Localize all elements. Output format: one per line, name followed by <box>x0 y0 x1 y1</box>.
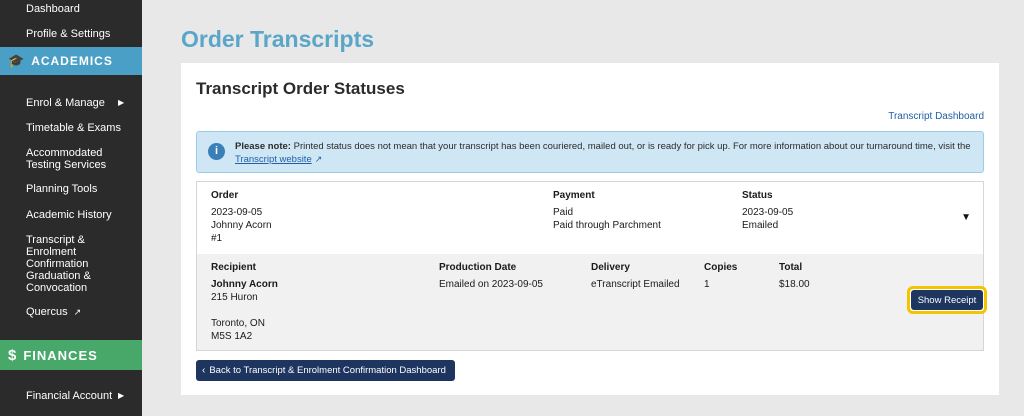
sidebar-item-dashboard[interactable]: Dashboard <box>26 3 80 15</box>
order-status-row: Order 2023-09-05 Johnny Acorn #1 Payment… <box>196 181 987 351</box>
show-receipt-label: Show Receipt <box>911 290 983 310</box>
status-value: Emailed <box>742 220 779 231</box>
order-name: Johnny Acorn <box>211 220 272 231</box>
note-body: Printed status does not mean that your t… <box>293 141 971 152</box>
payment-method: Paid through Parchment <box>553 220 661 231</box>
sidebar-item-accommodated-testing[interactable]: Accommodated Testing Services <box>26 147 138 171</box>
recipient-label: Recipient <box>211 262 257 273</box>
card-title: Transcript Order Statuses <box>196 79 405 98</box>
external-link-icon[interactable]: ↗ <box>315 154 323 164</box>
transcript-website-link[interactable]: Transcript website <box>235 154 312 165</box>
total-label: Total <box>779 262 803 273</box>
page-title: Order Transcripts <box>181 26 375 52</box>
order-label: Order <box>211 190 239 201</box>
transcript-order-card: Transcript Order Statuses Transcript Das… <box>181 63 999 395</box>
status-label: Status <box>742 190 773 201</box>
delivery-label: Delivery <box>591 262 630 273</box>
chevron-down-icon[interactable]: ▼ <box>961 212 971 223</box>
note-text: Please note: Printed status does not mea… <box>235 140 980 166</box>
payment-status: Paid <box>553 207 574 218</box>
info-icon: i <box>208 143 225 160</box>
sidebar-item-planning-tools[interactable]: Planning Tools <box>26 183 97 195</box>
academics-header-label: ACADEMICS <box>31 54 113 68</box>
finances-header[interactable]: $ FINANCES <box>0 340 142 370</box>
recipient-name: Johnny Acorn <box>211 279 278 290</box>
sidebar-item-enrol-manage[interactable]: Enrol & Manage <box>26 97 105 109</box>
sidebar-item-profile-settings[interactable]: Profile & Settings <box>26 28 110 40</box>
copies-value: 1 <box>704 279 710 290</box>
caret-right-icon[interactable]: ▶ <box>118 391 124 400</box>
back-button-label: Back to Transcript & Enrolment Confirmat… <box>209 365 446 376</box>
chevron-left-icon: ‹ <box>202 365 206 376</box>
production-date-value: Emailed on 2023-09-05 <box>439 279 543 290</box>
academics-header[interactable]: 🎓 ACADEMICS <box>0 47 142 75</box>
caret-right-icon[interactable]: ▶ <box>118 98 124 107</box>
sidebar-item-transcript-enrolment[interactable]: Transcript & Enrolment Confirmation <box>26 234 138 270</box>
dollar-icon: $ <box>8 346 18 364</box>
external-link-icon: ↗ <box>73 307 82 317</box>
recipient-city: Toronto, ON <box>211 318 265 329</box>
graduation-cap-icon: 🎓 <box>8 53 26 68</box>
recipient-address: 215 Huron <box>211 292 258 303</box>
sidebar-item-label: Quercus <box>26 306 68 318</box>
finances-header-label: FINANCES <box>23 347 98 363</box>
transcript-dashboard-link[interactable]: Transcript Dashboard <box>888 111 984 122</box>
total-value: $18.00 <box>779 279 810 290</box>
status-date: 2023-09-05 <box>742 207 794 218</box>
delivery-value: eTranscript Emailed <box>591 279 680 290</box>
order-details: Recipient Johnny Acorn 215 Huron Toronto… <box>197 254 983 350</box>
order-number: #1 <box>211 233 223 244</box>
order-summary[interactable]: Order 2023-09-05 Johnny Acorn #1 Payment… <box>197 182 983 254</box>
note-label: Please note: <box>235 141 291 152</box>
production-date-label: Production Date <box>439 262 517 273</box>
info-note: i Please note: Printed status does not m… <box>196 131 984 173</box>
show-receipt-button[interactable]: Show Receipt <box>907 286 987 314</box>
copies-label: Copies <box>704 262 738 273</box>
sidebar-item-financial-account[interactable]: Financial Account <box>26 390 112 402</box>
sidebar: Dashboard Profile & Settings 🎓 ACADEMICS… <box>0 0 142 416</box>
sidebar-item-timetable-exams[interactable]: Timetable & Exams <box>26 122 121 134</box>
sidebar-item-academic-history[interactable]: Academic History <box>26 209 112 221</box>
order-date: 2023-09-05 <box>211 207 263 218</box>
sidebar-item-quercus[interactable]: Quercus ↗ <box>26 306 81 318</box>
back-to-dashboard-button[interactable]: ‹ Back to Transcript & Enrolment Confirm… <box>196 360 455 381</box>
sidebar-item-graduation-convocation[interactable]: Graduation & Convocation <box>26 270 116 294</box>
payment-label: Payment <box>553 190 595 201</box>
recipient-postal: M5S 1A2 <box>211 331 253 342</box>
